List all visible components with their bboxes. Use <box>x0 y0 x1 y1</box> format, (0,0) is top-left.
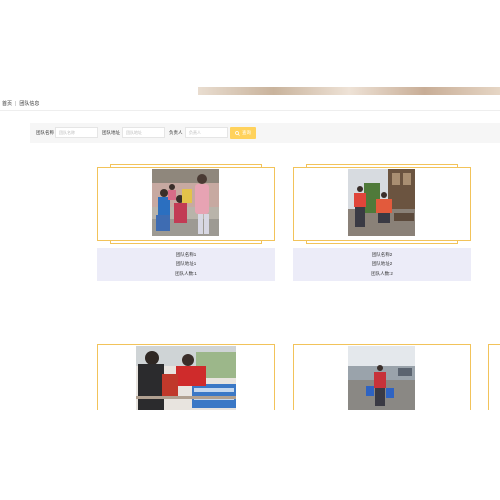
team-card[interactable] <box>488 344 500 410</box>
team-info: 团队名称2 团队地址2 团队人数:2 <box>293 248 471 281</box>
team-info: 团队名称1 团队地址1 团队人数:1 <box>97 248 275 281</box>
team-photo <box>136 346 236 410</box>
search-icon <box>235 130 240 136</box>
breadcrumb-divider <box>0 110 500 111</box>
breadcrumb-home[interactable]: 首页 <box>2 98 12 110</box>
card-photo-frame <box>488 344 500 410</box>
team-address: 团队地址2 <box>371 261 393 267</box>
team-photo <box>348 169 415 236</box>
breadcrumb-current: 团队信息 <box>19 101 40 107</box>
search-button-label: 查询 <box>242 130 251 135</box>
team-card[interactable] <box>293 344 471 410</box>
leader-input[interactable] <box>185 127 228 138</box>
team-name-label: 团队名称 <box>36 130 54 135</box>
team-address-label: 团队地址 <box>102 130 120 135</box>
team-address-input[interactable] <box>122 127 165 138</box>
search-button[interactable]: 查询 <box>230 127 256 139</box>
team-name: 团队名称1 <box>175 251 197 257</box>
filter-bar: 团队名称 团队地址 负责人 查询 <box>30 123 500 143</box>
breadcrumb-separator: | <box>15 101 17 107</box>
leader-label: 负责人 <box>169 130 183 135</box>
team-name: 团队名称2 <box>371 251 393 257</box>
top-banner-image <box>198 87 500 95</box>
team-photo <box>152 169 219 236</box>
breadcrumb: 首页 | 团队信息 <box>2 98 39 110</box>
team-photo <box>348 346 415 410</box>
team-count: 团队人数:1 <box>175 271 197 277</box>
team-address: 团队地址1 <box>175 261 197 267</box>
team-card[interactable] <box>97 344 275 410</box>
team-name-input[interactable] <box>55 127 98 138</box>
team-count: 团队人数:2 <box>371 271 393 277</box>
